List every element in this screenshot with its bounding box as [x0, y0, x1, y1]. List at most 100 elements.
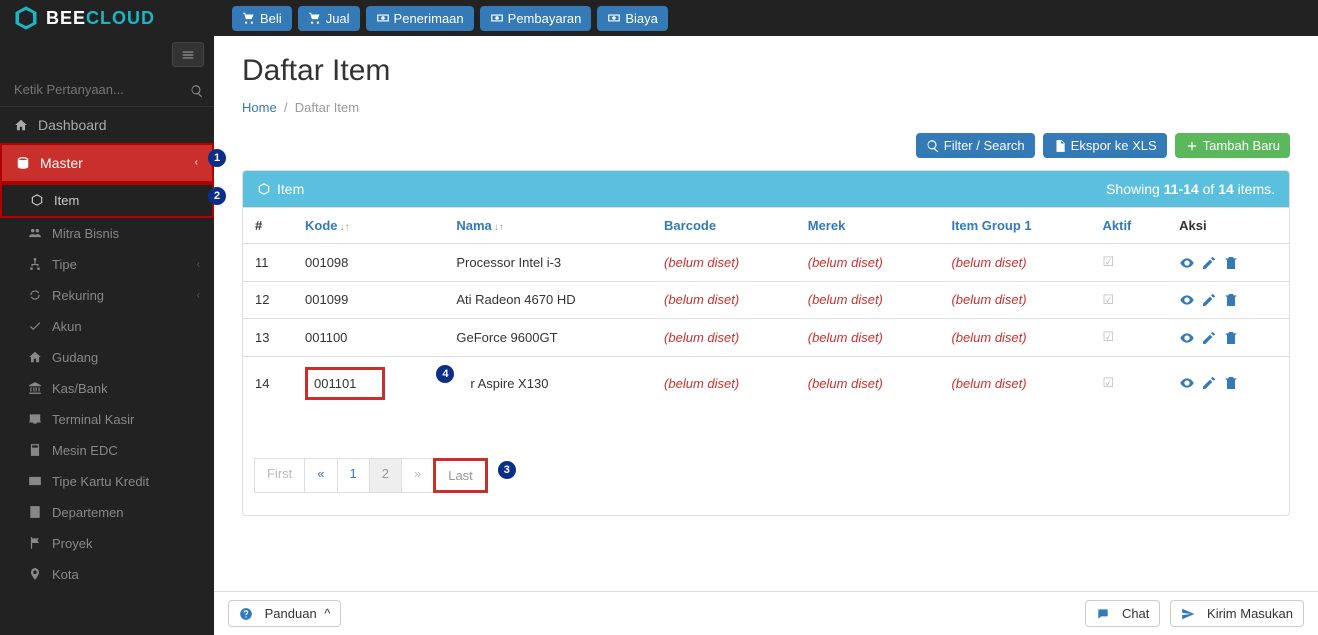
- search-icon[interactable]: [190, 81, 204, 97]
- nav-master[interactable]: Master ‹: [0, 143, 214, 183]
- subnav-label: Rekuring: [52, 288, 104, 303]
- logo-icon: [12, 4, 40, 32]
- cell-aksi: [1167, 281, 1289, 319]
- col-nama[interactable]: Nama↓↑: [444, 208, 652, 244]
- cell-nama: GeForce 9600GT: [444, 319, 652, 357]
- subnav-akun[interactable]: Akun: [0, 311, 214, 342]
- subnav-label: Mitra Bisnis: [52, 226, 119, 241]
- col-aktif[interactable]: Aktif: [1091, 208, 1168, 244]
- delete-icon[interactable]: [1223, 375, 1239, 392]
- cell-kode: 001101: [293, 356, 444, 410]
- logo[interactable]: BEECLOUD: [0, 4, 214, 32]
- view-icon[interactable]: [1179, 375, 1195, 392]
- cell-kode: 001098: [293, 244, 444, 282]
- filter-search-button[interactable]: Filter / Search: [916, 133, 1035, 158]
- subnav-mitra-bisnis[interactable]: Mitra Bisnis: [0, 218, 214, 249]
- page-2[interactable]: 2: [369, 458, 402, 493]
- breadcrumb-home[interactable]: Home: [242, 100, 277, 115]
- subnav-item[interactable]: Item: [0, 183, 214, 218]
- footer-bar: Panduan ^ Chat Kirim Masukan: [214, 591, 1318, 635]
- subnav-kota[interactable]: Kota: [0, 559, 214, 590]
- top-jual-button[interactable]: Jual: [298, 6, 360, 31]
- item-panel: Item Showing 11-14 of 14 items. # Kode↓↑…: [242, 170, 1290, 516]
- subnav-departemen[interactable]: Departemen: [0, 497, 214, 528]
- col-num: #: [243, 208, 293, 244]
- edit-icon[interactable]: [1201, 254, 1217, 271]
- item-table: # Kode↓↑ Nama↓↑ Barcode Merek Item Group…: [243, 207, 1289, 410]
- view-icon[interactable]: [1179, 254, 1195, 271]
- col-aksi: Aksi: [1167, 208, 1289, 244]
- edit-icon[interactable]: [1201, 292, 1217, 309]
- col-group[interactable]: Item Group 1: [939, 208, 1090, 244]
- edit-icon[interactable]: [1201, 329, 1217, 346]
- subnav-label: Gudang: [52, 350, 98, 365]
- page-first[interactable]: First: [254, 458, 305, 493]
- add-new-button[interactable]: Tambah Baru: [1175, 133, 1290, 158]
- subnav-label: Mesin EDC: [52, 443, 118, 458]
- delete-icon[interactable]: [1223, 292, 1239, 309]
- subnav-gudang[interactable]: Gudang: [0, 342, 214, 373]
- subnav-mesin-edc[interactable]: Mesin EDC: [0, 435, 214, 466]
- top-penerimaan-button[interactable]: Penerimaan: [366, 6, 474, 31]
- panel-title: Item: [277, 181, 304, 197]
- subnav-proyek[interactable]: Proyek: [0, 528, 214, 559]
- panduan-button[interactable]: Panduan ^: [228, 600, 341, 627]
- view-icon[interactable]: [1179, 329, 1195, 346]
- export-xls-button[interactable]: Ekspor ke XLS: [1043, 133, 1167, 158]
- delete-icon[interactable]: [1223, 254, 1239, 271]
- top-biaya-button[interactable]: Biaya: [597, 6, 668, 31]
- topbar: BEECLOUD BeliJualPenerimaanPembayaranBia…: [0, 0, 1318, 36]
- annotation-marker-1: 1: [208, 149, 226, 167]
- table-row: 12 001099 Ati Radeon 4670 HD (belum dise…: [243, 281, 1289, 319]
- top-beli-button[interactable]: Beli: [232, 6, 292, 31]
- view-icon[interactable]: [1179, 292, 1195, 309]
- cell-kode: 001100: [293, 319, 444, 357]
- sidebar-search-input[interactable]: [14, 82, 190, 97]
- subnav-kas-bank[interactable]: Kas/Bank: [0, 373, 214, 404]
- panel-summary: Showing 11-14 of 14 items.: [1106, 181, 1275, 197]
- subnav-terminal-kasir[interactable]: Terminal Kasir: [0, 404, 214, 435]
- nav-label: Master: [40, 155, 83, 171]
- col-kode[interactable]: Kode↓↑: [293, 208, 444, 244]
- table-row: 11 001098 Processor Intel i-3 (belum dis…: [243, 244, 1289, 282]
- top-pembayaran-button[interactable]: Pembayaran: [480, 6, 592, 31]
- page-actions: Filter / Search Ekspor ke XLS Tambah Bar…: [242, 133, 1290, 158]
- page-1[interactable]: 1: [337, 458, 370, 493]
- page-next[interactable]: »: [401, 458, 434, 493]
- col-merek[interactable]: Merek: [796, 208, 940, 244]
- chat-button[interactable]: Chat: [1085, 600, 1160, 627]
- cell-group: (belum diset): [939, 244, 1090, 282]
- edit-icon[interactable]: [1201, 375, 1217, 392]
- annotation-marker-2: 2: [208, 187, 226, 205]
- feedback-button[interactable]: Kirim Masukan: [1170, 600, 1304, 627]
- cell-aktif: ☑: [1091, 356, 1168, 410]
- cell-merek: (belum diset): [796, 244, 940, 282]
- subnav-tipe-kartu-kredit[interactable]: Tipe Kartu Kredit: [0, 466, 214, 497]
- pagination: First « 1 2 » Last: [255, 458, 488, 493]
- cell-aktif: ☑: [1091, 244, 1168, 282]
- cell-nama: 4r Aspire X130: [444, 356, 652, 410]
- cell-num: 12: [243, 281, 293, 319]
- sidebar-toggle-button[interactable]: [172, 42, 204, 67]
- table-row: 14 001101 4r Aspire X130 (belum diset) (…: [243, 356, 1289, 410]
- chevron-left-icon: ‹: [195, 157, 198, 168]
- chevron-left-icon: ‹: [197, 290, 200, 301]
- cell-merek: (belum diset): [796, 319, 940, 357]
- breadcrumb: Home / Daftar Item: [242, 100, 1290, 115]
- cell-nama: Processor Intel i-3: [444, 244, 652, 282]
- page-prev[interactable]: «: [304, 458, 337, 493]
- subnav-label: Departemen: [52, 505, 124, 520]
- col-barcode[interactable]: Barcode: [652, 208, 796, 244]
- cell-group: (belum diset): [939, 356, 1090, 410]
- subnav-rekuring[interactable]: Rekuring ‹: [0, 280, 214, 311]
- delete-icon[interactable]: [1223, 329, 1239, 346]
- subnav-label: Tipe Kartu Kredit: [52, 474, 149, 489]
- cell-merek: (belum diset): [796, 356, 940, 410]
- main-content: Daftar Item Home / Daftar Item Filter / …: [214, 36, 1318, 635]
- panel-header: Item Showing 11-14 of 14 items.: [243, 171, 1289, 207]
- subnav-label: Item: [54, 193, 79, 208]
- nav-dashboard[interactable]: Dashboard: [0, 107, 214, 143]
- subnav-tipe[interactable]: Tipe‹: [0, 249, 214, 280]
- subnav-label: Kota: [52, 567, 79, 582]
- page-last[interactable]: Last: [433, 458, 488, 493]
